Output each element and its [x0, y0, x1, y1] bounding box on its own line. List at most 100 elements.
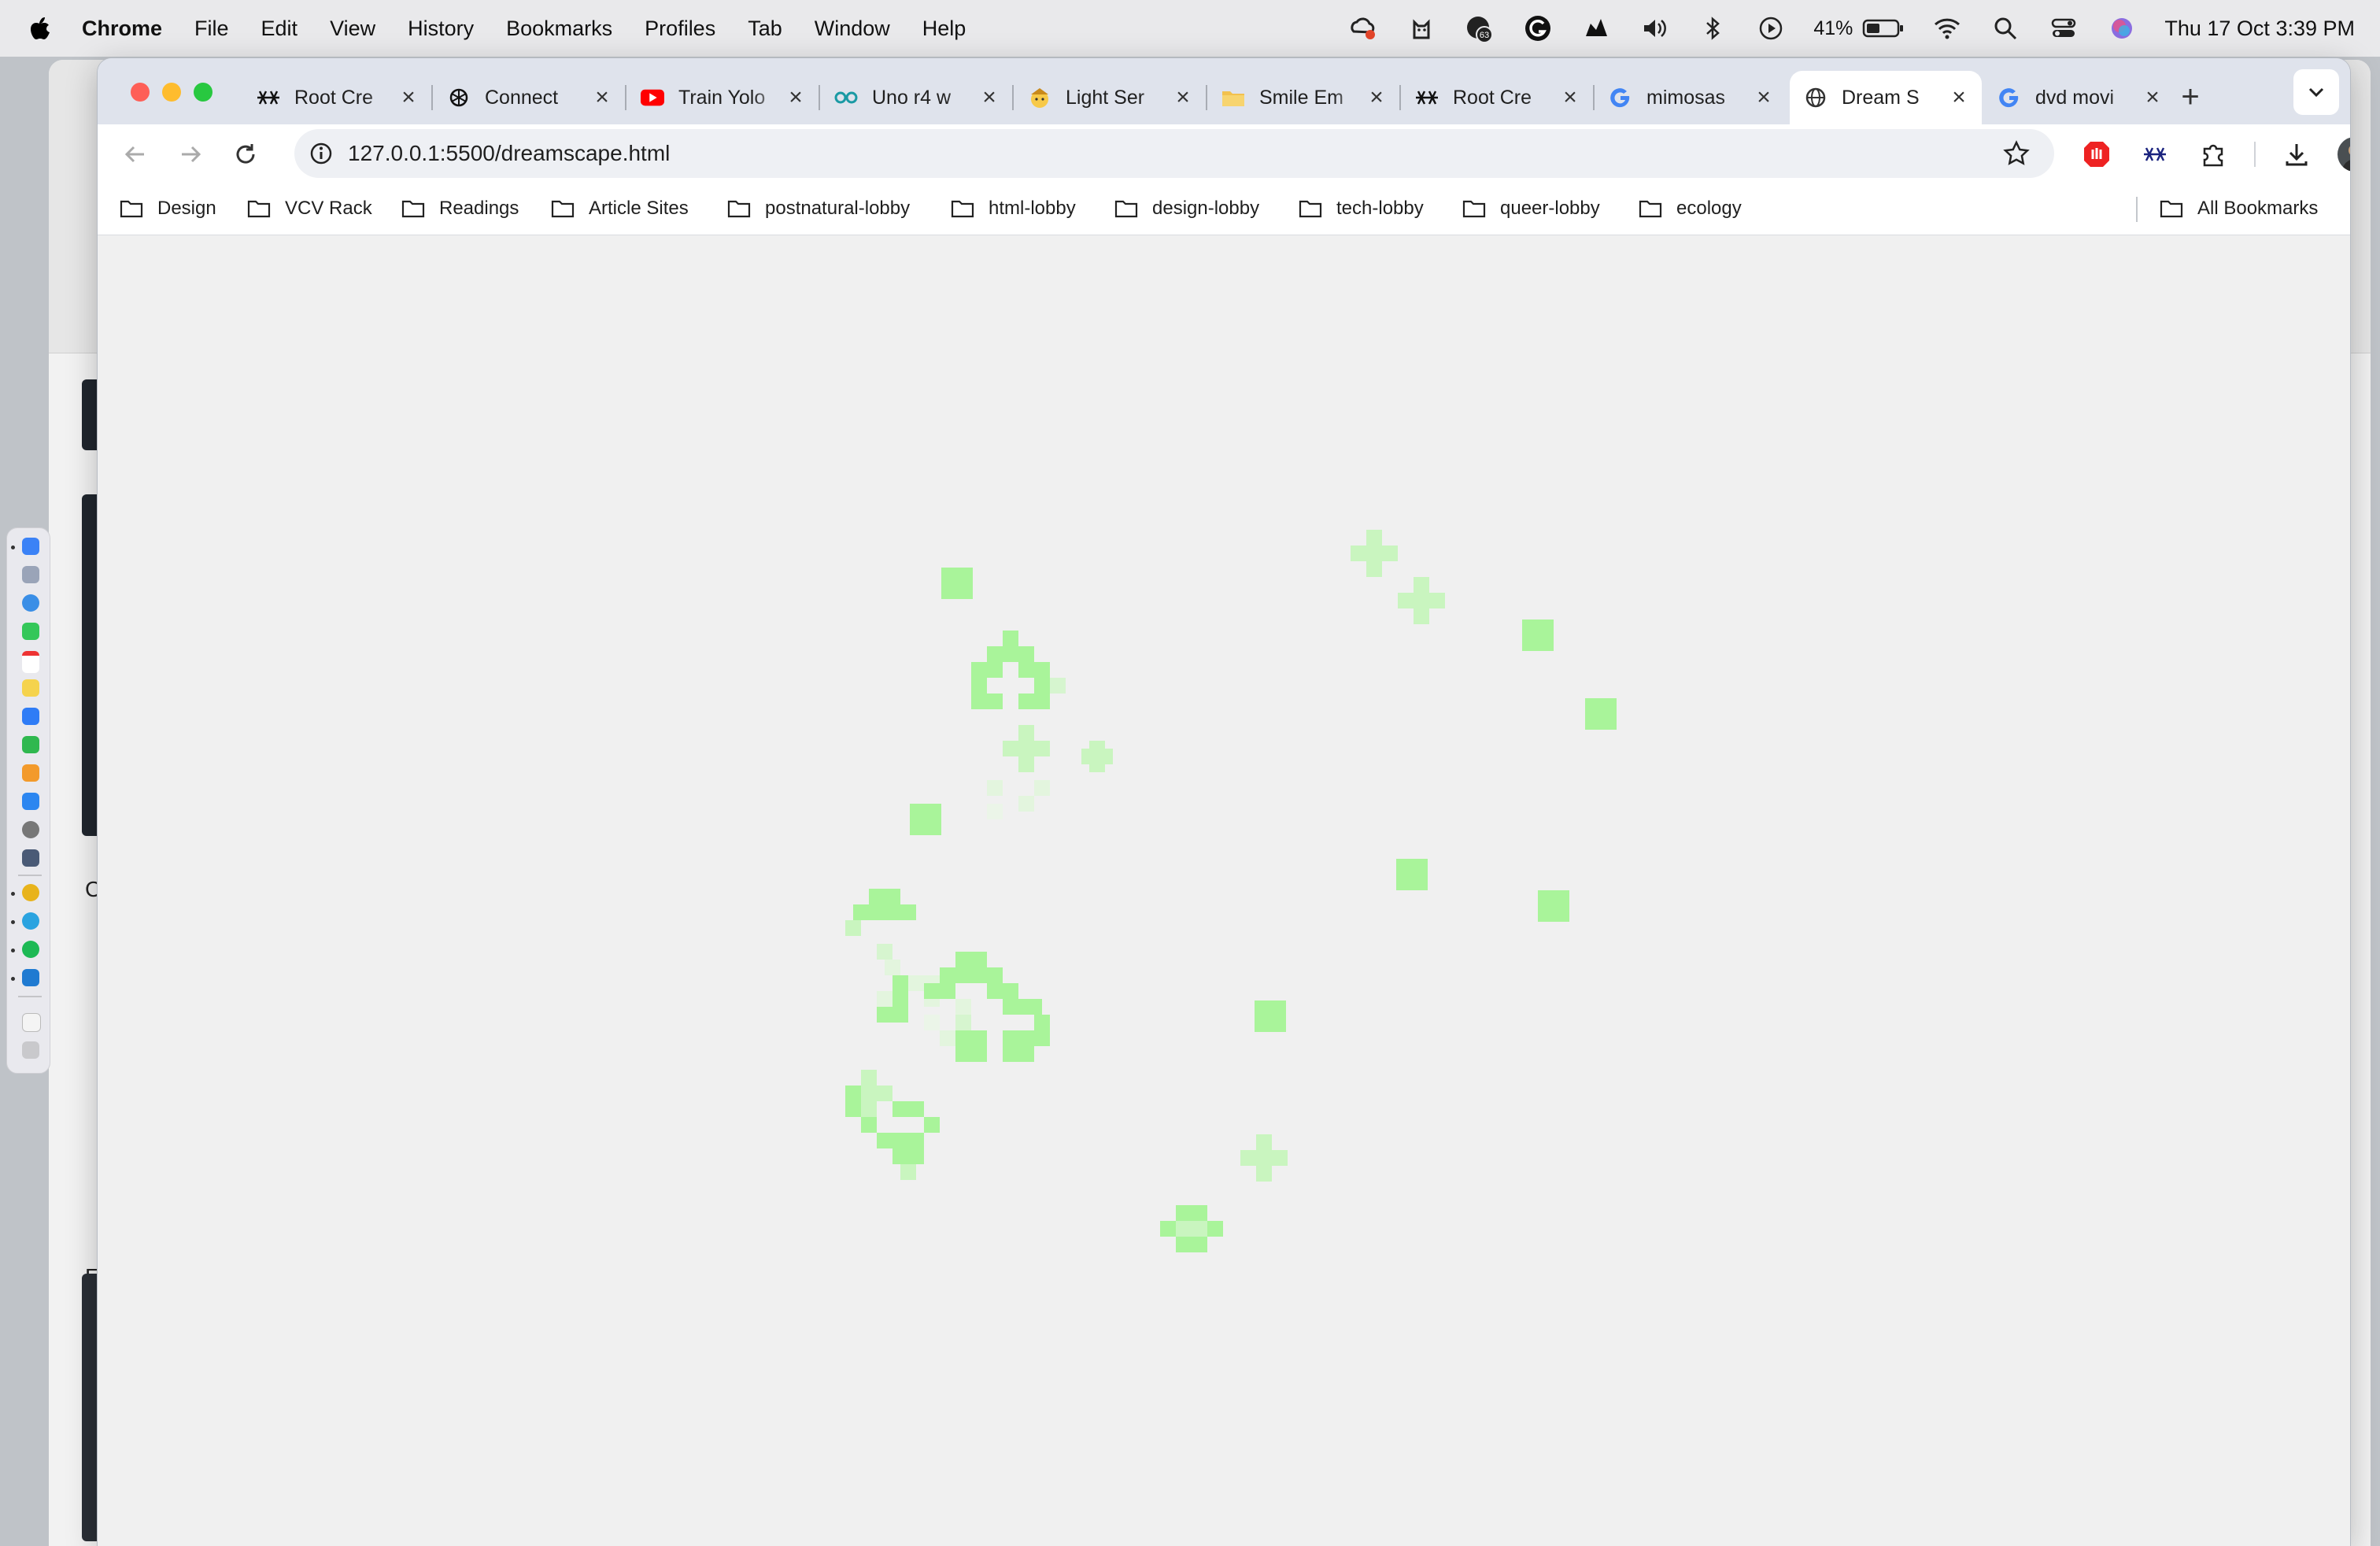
dock [6, 527, 50, 1074]
bookmark-folder-article-sites[interactable]: Article Sites [551, 194, 689, 224]
safari-icon[interactable] [22, 594, 39, 612]
app-store-icon[interactable] [22, 793, 39, 810]
extensions-puzzle-icon[interactable] [2197, 139, 2229, 170]
status-area: 63 41% Thu 17 Oct 3:39 PM [1321, 0, 2355, 57]
forward-button[interactable] [175, 139, 206, 170]
all-bookmarks-button[interactable]: All Bookmarks [2160, 194, 2318, 224]
spotify-icon[interactable] [22, 941, 39, 958]
cat-icon[interactable] [1406, 14, 1437, 43]
tab-close-button[interactable]: × [978, 84, 1001, 110]
preview-icon[interactable] [22, 849, 39, 867]
tab-close-button[interactable]: × [397, 84, 420, 110]
adblock-extension-icon[interactable] [2081, 139, 2112, 170]
url-text[interactable]: 127.0.0.1:5500/dreamscape.html [348, 141, 670, 166]
zoom-window-button[interactable] [194, 83, 213, 102]
tab-close-button[interactable]: × [590, 84, 614, 110]
telegram-icon[interactable] [22, 912, 39, 930]
folder-icon [120, 200, 143, 218]
search-icon[interactable] [1990, 14, 2021, 43]
profile-avatar[interactable] [2338, 137, 2350, 172]
all-bookmarks-label: All Bookmarks [2197, 198, 2319, 219]
menu-app-name[interactable]: Chrome [82, 17, 162, 41]
document-icon[interactable] [22, 1013, 41, 1032]
menubar-clock[interactable]: Thu 17 Oct 3:39 PM [2164, 17, 2355, 41]
dreamscape-canvas[interactable] [98, 235, 2350, 1546]
asterisk-extension-icon[interactable] [2139, 139, 2171, 170]
back-button[interactable] [120, 139, 151, 170]
tab-close-button[interactable]: × [1752, 84, 1776, 110]
new-tab-button[interactable]: + [2172, 79, 2208, 115]
bookmark-folder-design-lobby[interactable]: design-lobby [1114, 194, 1259, 224]
siri-icon[interactable] [2106, 14, 2138, 43]
menu-window[interactable]: Window [815, 17, 890, 41]
bookmark-folder-queer-lobby[interactable]: queer-lobby [1462, 194, 1600, 224]
notes-icon[interactable] [22, 679, 39, 697]
tab-close-button[interactable]: × [2141, 84, 2164, 110]
tab-dvd-movie[interactable]: dvd movi × [1983, 71, 2175, 124]
menu-help[interactable]: Help [922, 17, 966, 41]
bookmark-folder-design[interactable]: Design [120, 194, 216, 224]
minimize-window-button[interactable] [162, 83, 181, 102]
cloud-icon[interactable] [1580, 14, 1612, 43]
keynote-icon[interactable] [22, 708, 39, 725]
system-settings-icon[interactable] [22, 821, 39, 838]
creative-cloud-icon[interactable] [1347, 14, 1379, 43]
tab-close-button[interactable]: × [1558, 84, 1582, 110]
tab-close-button[interactable]: × [1947, 84, 1971, 110]
dock-dot [11, 949, 15, 952]
menu-profiles[interactable]: Profiles [645, 17, 715, 41]
dock-dot [11, 920, 15, 924]
pixel-glyph-cluster [845, 530, 1617, 1252]
bookmark-folder-readings[interactable]: Readings [401, 194, 519, 224]
numbers-icon[interactable] [22, 736, 39, 753]
bookmark-star-icon[interactable] [2002, 139, 2031, 168]
finder-icon[interactable] [22, 538, 39, 555]
battery-icon[interactable] [1862, 14, 1905, 43]
tab-uno-r4[interactable]: Uno r4 w × [820, 71, 1014, 124]
volume-icon[interactable] [1639, 14, 1670, 43]
close-window-button[interactable] [131, 83, 150, 102]
apple-icon[interactable] [30, 17, 50, 40]
menu-bookmarks[interactable]: Bookmarks [506, 17, 612, 41]
launchpad-icon[interactable] [22, 566, 39, 583]
tab-light-ser[interactable]: Light Ser × [1014, 71, 1207, 124]
menu-file[interactable]: File [194, 17, 229, 41]
chrome-icon[interactable] [22, 884, 39, 901]
tab-train-yolo[interactable]: Train Yolo × [626, 71, 820, 124]
tab-close-button[interactable]: × [784, 84, 808, 110]
tab-close-button[interactable]: × [1365, 84, 1388, 110]
menu-history[interactable]: History [408, 17, 474, 41]
bookmark-folder-tech-lobby[interactable]: tech-lobby [1299, 194, 1424, 224]
menu-view[interactable]: View [330, 17, 375, 41]
menu-edit[interactable]: Edit [261, 17, 298, 41]
menu-bar: Chrome File Edit View History Bookmarks … [0, 0, 2380, 57]
grammarly-icon[interactable] [1522, 14, 1554, 43]
menu-tab[interactable]: Tab [748, 17, 782, 41]
notification-count-icon[interactable]: 63 [1464, 14, 1495, 43]
site-info-icon[interactable] [309, 141, 334, 166]
pages-icon[interactable] [22, 764, 39, 782]
address-bar[interactable]: 127.0.0.1:5500/dreamscape.html [294, 129, 2054, 178]
tab-dreamscape[interactable]: Dream S × [1790, 71, 1982, 124]
tab-root-creative-2[interactable]: Root Cre × [1401, 71, 1595, 124]
bookmark-folder-vcv-rack[interactable]: VCV Rack [247, 194, 372, 224]
bookmark-folder-ecology[interactable]: ecology [1639, 194, 1742, 224]
tab-root-creative-1[interactable]: Root Cre × [242, 71, 433, 124]
bluetooth-icon[interactable] [1697, 14, 1728, 43]
reload-button[interactable] [230, 139, 261, 170]
tab-search-button[interactable] [2293, 69, 2339, 115]
tab-connect[interactable]: Connect × [433, 71, 626, 124]
control-center-icon[interactable] [2048, 14, 2079, 43]
wifi-icon[interactable] [1931, 14, 1963, 43]
bookmark-folder-html-lobby[interactable]: html-lobby [951, 194, 1076, 224]
calendar-icon[interactable] [22, 651, 39, 673]
trash-icon[interactable] [22, 1041, 39, 1059]
downloads-icon[interactable] [2281, 139, 2312, 170]
facetime-icon[interactable] [22, 623, 39, 640]
tab-mimosas[interactable]: mimosas × [1595, 71, 1787, 124]
play-icon[interactable] [1755, 14, 1787, 43]
tab-close-button[interactable]: × [1171, 84, 1195, 110]
vscode-icon[interactable] [22, 969, 39, 986]
bookmark-folder-postnatural-lobby[interactable]: postnatural-lobby [727, 194, 910, 224]
tab-smile-em[interactable]: Smile Em × [1207, 71, 1401, 124]
